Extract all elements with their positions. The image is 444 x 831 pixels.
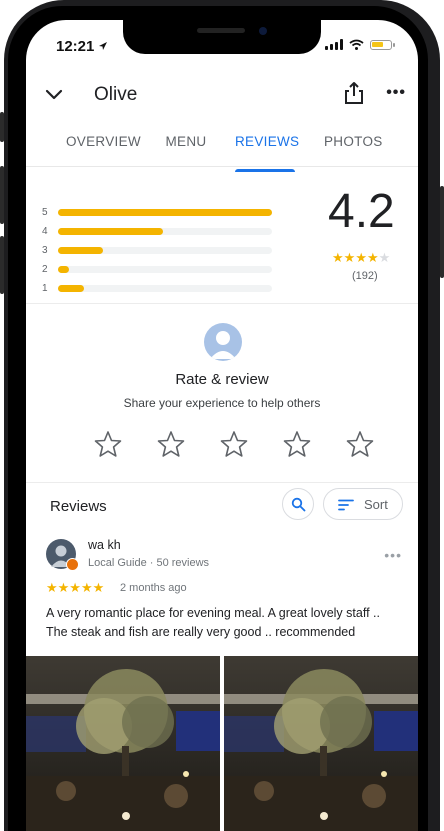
sort-button[interactable]: Sort	[323, 488, 403, 520]
rating-bar-5: 5	[42, 206, 272, 218]
rate-star-5-icon[interactable]	[346, 430, 374, 458]
front-camera	[259, 27, 267, 35]
rate-star-row	[94, 430, 374, 462]
rate-review-subtitle: Share your experience to help others	[123, 396, 321, 410]
rating-star-icon: ★	[355, 250, 367, 265]
sort-label: Sort	[364, 497, 388, 512]
rating-bar-fill	[58, 208, 272, 216]
tab-label: OVERVIEW	[66, 134, 141, 149]
rating-star-icon: ★	[378, 250, 391, 265]
rating-stars: ★★★★★	[332, 250, 390, 266]
sort-icon	[338, 499, 354, 511]
rate-star-2-icon[interactable]	[157, 430, 185, 458]
reviews-heading: Reviews	[50, 498, 107, 515]
review-count: (192)	[352, 270, 378, 282]
rating-bar-track	[58, 265, 272, 273]
person-icon	[210, 331, 236, 359]
location-arrow-icon	[99, 42, 107, 50]
wifi-icon	[349, 39, 364, 50]
phone-volume-up	[0, 166, 4, 224]
rating-bar-label: 2	[42, 263, 48, 275]
signal-icon	[325, 39, 343, 50]
rating-bar-label: 4	[42, 225, 48, 237]
place-title: Olive	[94, 84, 138, 105]
user-avatar	[204, 323, 242, 361]
status-time: 12:21	[56, 38, 95, 55]
review-time: 2 months ago	[120, 582, 187, 594]
divider	[26, 482, 418, 483]
earpiece	[197, 28, 245, 33]
rating-bar-label: 1	[42, 282, 48, 294]
rate-star-4-icon[interactable]	[283, 430, 311, 458]
average-rating: 4.2	[328, 185, 395, 238]
reviewer-name[interactable]: wa kh	[88, 538, 121, 552]
tab-label: REVIEWS	[235, 134, 300, 149]
rating-bar-3: 3	[42, 244, 272, 256]
rating-star-icon: ★	[332, 250, 344, 265]
status-icons	[325, 39, 395, 50]
rating-bar-fill	[58, 284, 84, 292]
app-screen: 12:21 Olive ••• OVERVIEW MENU REVIEWS PH	[26, 20, 418, 831]
rating-bar-label: 5	[42, 206, 48, 218]
rate-star-3-icon[interactable]	[220, 430, 248, 458]
review-photos	[26, 656, 418, 831]
rating-bar-track	[58, 284, 272, 292]
tab-label: MENU	[165, 134, 207, 149]
rating-bar-4: 4	[42, 225, 272, 237]
rating-bar-track	[58, 227, 272, 235]
rating-star-icon: ★	[343, 250, 356, 265]
rating-bar-track	[58, 208, 272, 216]
phone-side-button-left	[0, 112, 4, 142]
tab-bar: OVERVIEW MENU REVIEWS PHOTOS	[26, 128, 418, 172]
local-guide-badge-icon	[66, 558, 79, 571]
search-reviews-button[interactable]	[282, 488, 314, 520]
review-text: A very romantic place for evening meal. …	[46, 606, 380, 639]
rate-review-title: Rate & review	[175, 371, 269, 388]
rating-bar-fill	[58, 246, 103, 254]
rate-star-1-icon[interactable]	[94, 430, 122, 458]
chevron-down-icon[interactable]	[42, 82, 66, 106]
rating-bar-1: 1	[42, 282, 272, 294]
more-options-icon[interactable]: •••	[386, 84, 406, 102]
tabs-divider	[26, 166, 418, 167]
notch	[123, 20, 321, 54]
rating-bar-track	[58, 246, 272, 254]
share-icon[interactable]	[342, 80, 366, 106]
place-header: Olive •••	[26, 72, 418, 120]
restaurant-photo-image	[26, 656, 220, 831]
rating-bar-fill	[58, 265, 69, 273]
restaurant-photo-image	[224, 656, 418, 831]
rating-bar-label: 3	[42, 244, 48, 256]
rating-summary: 54321 4.2 ★★★★★ (192)	[26, 180, 418, 294]
review-photo[interactable]	[224, 656, 418, 831]
review-stars: ★★★★★	[46, 580, 105, 595]
battery-icon	[370, 39, 395, 50]
rating-bar-fill	[58, 227, 163, 235]
review-photo[interactable]	[26, 656, 220, 831]
tab-label: PHOTOS	[324, 134, 383, 149]
rating-bar-2: 2	[42, 263, 272, 275]
phone-volume-down	[0, 236, 4, 294]
search-icon	[291, 497, 306, 512]
phone-power-button	[440, 186, 444, 278]
reviewer-meta: Local Guide · 50 reviews	[88, 557, 210, 569]
divider	[26, 303, 418, 304]
review-more-icon[interactable]: •••	[384, 547, 402, 563]
rating-star-icon: ★	[366, 250, 379, 265]
